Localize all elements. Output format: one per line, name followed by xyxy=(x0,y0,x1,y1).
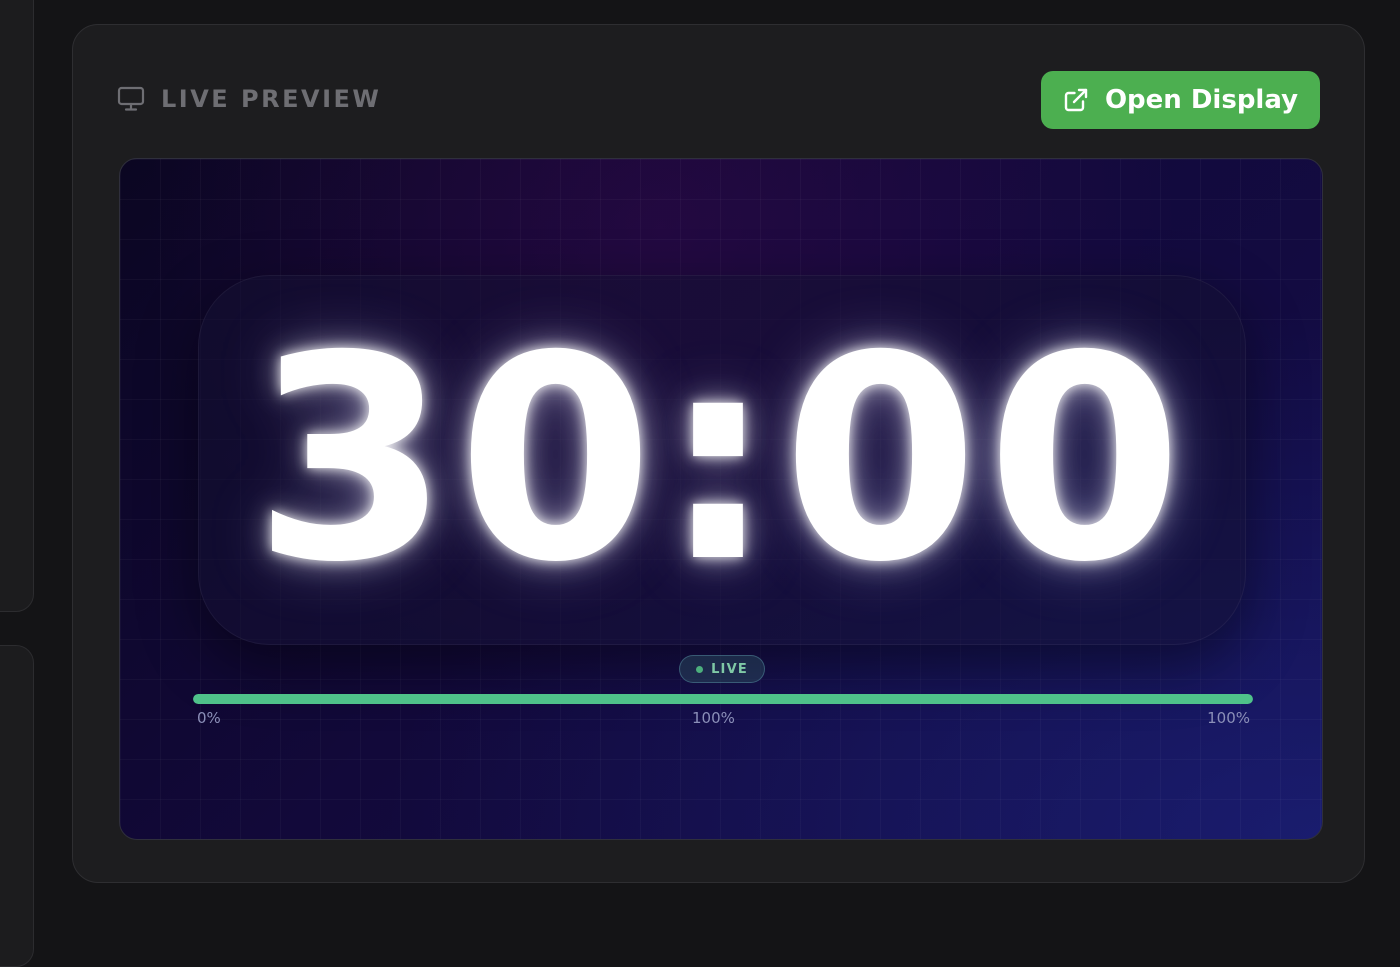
progress-bar xyxy=(193,694,1253,704)
panel-header: LIVE PREVIEW Open Display xyxy=(117,71,1320,129)
open-display-label: Open Display xyxy=(1104,85,1299,115)
open-display-button[interactable]: Open Display xyxy=(1041,71,1320,129)
progress-end-label: 100% xyxy=(1207,709,1250,727)
live-dot-icon xyxy=(696,665,704,673)
panel-title-group: LIVE PREVIEW xyxy=(117,85,381,113)
timer-preview: 30:00 LIVE 0% 100% 100% xyxy=(119,158,1323,840)
side-card-top xyxy=(0,0,34,612)
monitor-icon xyxy=(117,86,145,112)
progress-fill xyxy=(193,694,1253,704)
progress-start-label: 0% xyxy=(197,709,221,727)
live-preview-panel: LIVE PREVIEW Open Display 30:00 LIVE 0% … xyxy=(72,24,1365,883)
side-card-bottom xyxy=(0,645,34,967)
panel-title: LIVE PREVIEW xyxy=(161,85,382,113)
progress-mid-label: 100% xyxy=(692,709,735,727)
live-status-text: LIVE xyxy=(711,661,748,677)
timer-display-box: 30:00 xyxy=(198,275,1246,645)
external-link-icon xyxy=(1063,87,1089,113)
live-status-badge: LIVE xyxy=(679,655,765,683)
countdown-timer: 30:00 xyxy=(253,295,1191,624)
